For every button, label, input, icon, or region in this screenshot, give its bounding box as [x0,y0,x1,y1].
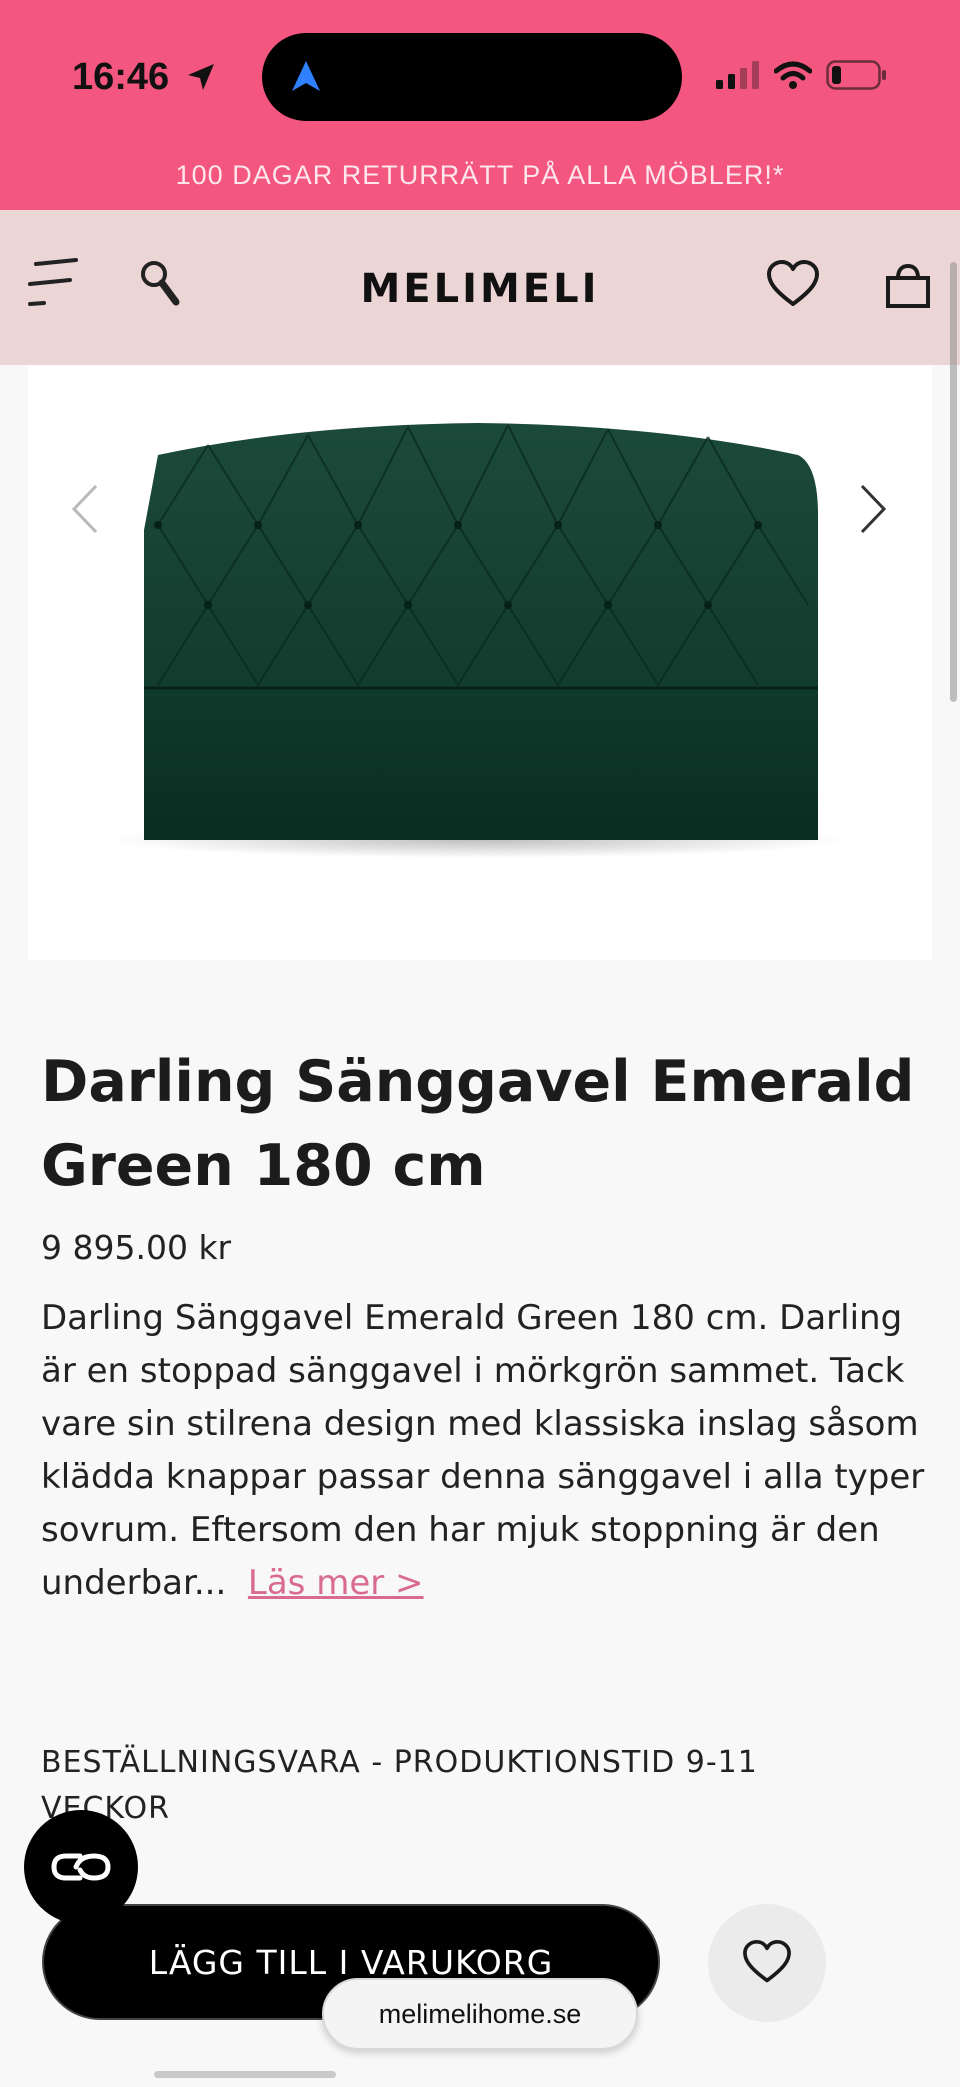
site-header: MELIMELI [0,210,960,365]
heart-icon [743,1940,791,1983]
add-to-wishlist-button[interactable] [708,1904,826,2022]
product-description-text: Darling Sänggavel Emerald Green 180 cm. … [41,1298,925,1603]
product-price: 9 895.00 kr [41,1228,232,1267]
chat-widget-button[interactable] [24,1810,138,1924]
page-scrollbar[interactable] [950,262,957,702]
promo-banner-text[interactable]: 100 DAGAR RETURRÄTT PÅ ALLA MÖBLER!* [0,160,960,191]
headboard-product-image [108,423,848,858]
product-image-carousel[interactable] [28,365,932,960]
shopping-bag-icon[interactable] [884,262,932,310]
navigation-app-icon [292,61,320,91]
top-banner: 16:46 100 DAGAR RETURRÄTT PÅ ALLA MÖBLER… [0,0,960,210]
home-indicator[interactable] [154,2071,336,2078]
location-arrow-icon [188,64,214,90]
next-image-arrow-icon[interactable] [858,482,888,536]
status-time: 16:46 [72,56,170,98]
status-icons [716,60,888,90]
battery-icon [826,60,886,90]
previous-image-arrow-icon[interactable] [70,482,100,536]
chat-link-icon [51,1853,111,1881]
dynamic-island [262,33,682,121]
lead-time-notice: BESTÄLLNINGSVARA - PRODUKTIONSTID 9-11 V… [41,1745,758,1826]
browser-address-bar[interactable]: melimelihome.se [322,1978,638,2050]
wishlist-heart-icon[interactable] [766,260,820,310]
product-title: Darling Sänggavel Emerald Green 180 cm [41,1049,915,1199]
product-description: Darling Sänggavel Emerald Green 180 cm. … [41,1292,931,1610]
cellular-signal-icon [716,61,759,89]
read-more-link[interactable]: Läs mer > [248,1563,424,1603]
wifi-icon [774,61,812,89]
